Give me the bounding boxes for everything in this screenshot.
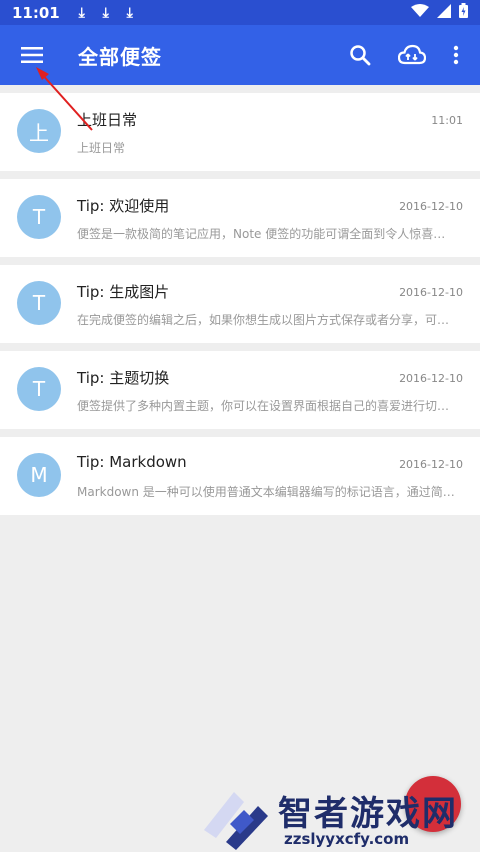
note-title: Tip: Markdown: [77, 453, 187, 471]
hamburger-icon: [21, 47, 43, 63]
more-vert-icon: [453, 45, 459, 65]
note-avatar: M: [17, 453, 61, 497]
note-preview: Markdown 是一种可以使用普通文本编辑器编写的标记语言，通过简…: [77, 485, 455, 499]
note-date: 2016-12-10: [399, 286, 463, 299]
signal-icon: [437, 3, 451, 22]
note-title: Tip: 欢迎使用: [77, 197, 170, 215]
note-avatar: T: [17, 195, 61, 239]
note-date: 2016-12-10: [399, 458, 463, 471]
note-preview: 上班日常: [77, 141, 126, 155]
search-button[interactable]: [340, 35, 380, 75]
note-date: 2016-12-10: [399, 200, 463, 213]
watermark-logo-icon: [204, 792, 268, 850]
watermark: 智者游戏网 zzslyyxcfy.com: [200, 782, 480, 852]
more-options-button[interactable]: [436, 35, 476, 75]
status-time: 11:01: [12, 3, 60, 22]
battery-icon: [459, 3, 468, 22]
note-title: Tip: 主题切换: [77, 369, 170, 387]
watermark-name: 智者游戏网: [278, 794, 458, 834]
search-icon: [350, 45, 371, 66]
note-date: 2016-12-10: [399, 372, 463, 385]
download-icon: ⤓: [102, 4, 109, 21]
download-icon: ⤓: [78, 4, 85, 21]
wifi-icon: [411, 3, 429, 22]
cloud-sync-button[interactable]: [392, 35, 432, 75]
note-item[interactable]: T Tip: 主题切换 2016-12-10 便签提供了多种内置主题，你可以在设…: [0, 351, 480, 429]
note-avatar: T: [17, 281, 61, 325]
note-preview: 便签提供了多种内置主题，你可以在设置界面根据自己的喜爱进行切…: [77, 399, 450, 413]
watermark-url: zzslyyxcfy.com: [284, 830, 410, 848]
note-item[interactable]: M Tip: Markdown 2016-12-10 Markdown 是一种可…: [0, 437, 480, 515]
note-preview: 便签是一款极简的笔记应用，Note 便签的功能可谓全面到令人惊喜…: [77, 227, 446, 241]
cloud-sync-icon: [398, 44, 426, 65]
note-date: 11:01: [431, 114, 463, 127]
status-bar: 11:01 ⤓ ⤓ ⤓: [0, 0, 480, 25]
annotation-arrow-icon: [36, 67, 93, 131]
download-icon: ⤓: [126, 4, 133, 21]
note-item[interactable]: T Tip: 欢迎使用 2016-12-10 便签是一款极简的笔记应用，Note…: [0, 179, 480, 257]
note-item[interactable]: T Tip: 生成图片 2016-12-10 在完成便签的编辑之后，如果你想生成…: [0, 265, 480, 343]
note-avatar: T: [17, 367, 61, 411]
note-preview: 在完成便签的编辑之后，如果你想生成以图片方式保存或者分享，可…: [77, 313, 450, 327]
note-title: Tip: 生成图片: [77, 283, 170, 301]
